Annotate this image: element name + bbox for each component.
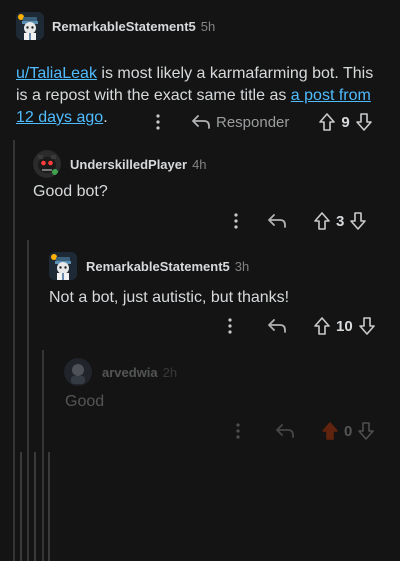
reply-arrow-icon xyxy=(192,115,210,129)
reply-button[interactable] xyxy=(268,214,286,228)
username-text[interactable]: RemarkableStatement5 xyxy=(52,19,196,34)
downvote-button[interactable] xyxy=(350,212,367,230)
reply-button[interactable] xyxy=(268,319,286,333)
vote-score: 9 xyxy=(341,113,350,131)
reply-arrow-icon xyxy=(276,424,294,438)
thread-line-level-1 xyxy=(13,140,15,561)
comment-author[interactable]: RemarkableStatement5 5h xyxy=(52,19,215,34)
upvote-arrow-icon xyxy=(322,422,338,440)
upvote-button[interactable] xyxy=(319,113,336,131)
upvote-button[interactable] xyxy=(314,212,330,230)
comment-text-end: . xyxy=(103,109,108,126)
vote-score: 0 xyxy=(344,422,353,440)
thread-line-fade xyxy=(34,452,36,561)
more-options-button[interactable] xyxy=(222,318,238,334)
reply-label[interactable]: Responder xyxy=(216,114,289,131)
more-options-button[interactable] xyxy=(228,213,244,229)
comment-body: Not a bot, just autistic, but thanks! xyxy=(49,289,290,306)
comment-timestamp: 3h xyxy=(234,259,250,274)
comment-author[interactable]: UnderskilledPlayer 4h xyxy=(70,157,207,172)
comment-body: Good xyxy=(65,393,105,410)
downvote-button[interactable] xyxy=(358,317,375,335)
downvote-arrow-icon xyxy=(350,212,367,230)
comment-actions: 10 xyxy=(222,314,375,338)
downvote-button[interactable] xyxy=(355,113,372,131)
more-vertical-icon xyxy=(228,318,232,334)
downvote-button[interactable] xyxy=(358,422,375,440)
downvote-arrow-icon xyxy=(358,317,375,335)
avatar[interactable] xyxy=(16,12,44,40)
upvote-button[interactable] xyxy=(314,317,330,335)
vote-score: 10 xyxy=(336,317,353,335)
username-text[interactable]: RemarkableStatement5 xyxy=(86,259,230,274)
avatar[interactable] xyxy=(33,150,61,178)
downvote-arrow-icon xyxy=(355,113,372,131)
comment-actions: 0 xyxy=(230,419,375,443)
user-mention-link[interactable]: u/TaliaLeak xyxy=(16,65,97,82)
thread-line-level-3 xyxy=(42,350,44,561)
thread-line-fade xyxy=(20,452,22,561)
thread-line-fade xyxy=(48,452,50,561)
comment-author[interactable]: RemarkableStatement5 3h xyxy=(86,259,249,274)
reply-arrow-icon xyxy=(268,319,286,333)
upvote-arrow-icon xyxy=(319,113,336,131)
vote-score: 3 xyxy=(336,212,345,230)
more-vertical-icon xyxy=(156,114,160,130)
comment-body: Good bot? xyxy=(33,183,108,200)
upvote-arrow-icon xyxy=(314,317,330,335)
username-text[interactable]: UnderskilledPlayer xyxy=(70,157,187,172)
comment-actions: Responder 9 xyxy=(150,110,372,134)
comment-timestamp: 2h xyxy=(162,365,178,380)
avatar[interactable] xyxy=(64,358,92,386)
comment-timestamp: 5h xyxy=(200,19,216,34)
comment-author[interactable]: arvedwia 2h xyxy=(102,365,177,380)
reply-arrow-icon xyxy=(268,214,286,228)
username-text[interactable]: arvedwia xyxy=(102,365,158,380)
more-options-button[interactable] xyxy=(150,114,166,130)
downvote-arrow-icon xyxy=(358,422,375,440)
avatar[interactable] xyxy=(49,252,77,280)
more-options-button[interactable] xyxy=(230,423,246,439)
upvote-button[interactable] xyxy=(322,422,338,440)
upvote-arrow-icon xyxy=(314,212,330,230)
thread-line-level-2 xyxy=(27,240,29,561)
reply-button[interactable] xyxy=(276,424,294,438)
comment-actions: 3 xyxy=(228,209,367,233)
comment-timestamp: 4h xyxy=(192,157,207,172)
more-vertical-icon xyxy=(234,213,238,229)
more-vertical-icon xyxy=(236,423,240,439)
reply-button[interactable]: Responder xyxy=(192,114,289,131)
